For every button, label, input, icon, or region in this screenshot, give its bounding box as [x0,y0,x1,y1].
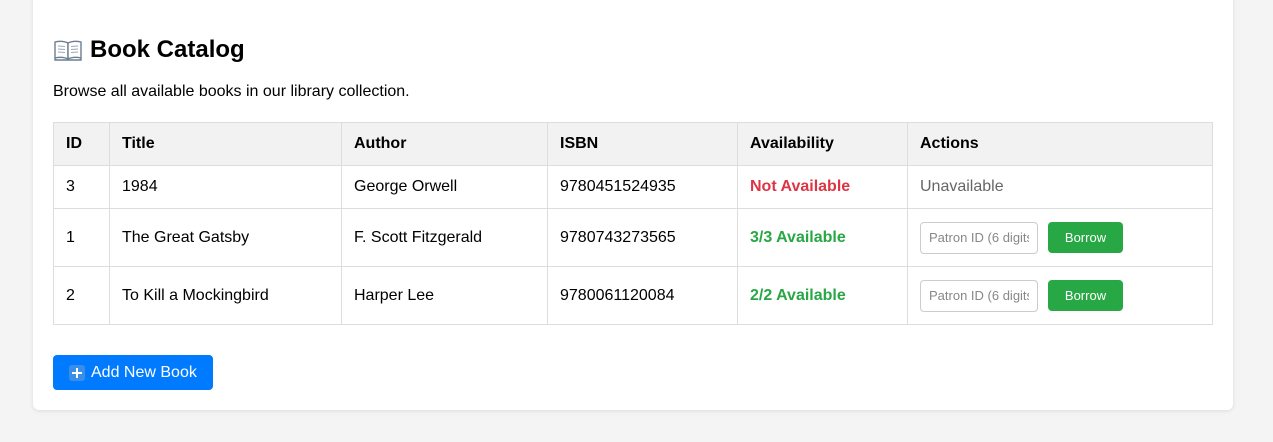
add-new-book-button[interactable]: Add New Book [53,355,213,390]
catalog-card: Book Catalog Browse all available books … [33,0,1233,410]
open-book-icon [53,39,83,61]
column-header-availability: Availability [737,122,908,166]
column-header-isbn: ISBN [547,122,738,166]
cell-id: 1 [53,208,110,267]
action-cell: Borrow [907,266,1213,325]
page-subtitle: Browse all available books in our librar… [53,83,410,100]
action-unavailable-text: Unavailable [907,165,1213,209]
table-row: 2 To Kill a Mockingbird Harper Lee 97800… [53,266,1213,325]
column-header-id: ID [53,122,110,166]
cell-id: 3 [53,165,110,209]
page-title: Book Catalog [53,35,245,65]
patron-id-input[interactable] [920,221,1038,254]
cell-title: To Kill a Mockingbird [109,266,342,325]
borrow-button[interactable]: Borrow [1048,222,1123,253]
page-title-text: Book Catalog [90,36,245,63]
availability-status: Not Available [737,165,908,209]
availability-status: 3/3 Available [737,208,908,267]
table-body: 3 1984 George Orwell 9780451524935 Not A… [53,165,1213,325]
borrow-button[interactable]: Borrow [1048,280,1123,311]
cell-author: Harper Lee [341,266,548,325]
cell-title: 1984 [109,165,342,209]
table-header-row: ID Title Author ISBN Availability Action… [53,122,1213,166]
cell-isbn: 9780451524935 [547,165,738,209]
availability-status: 2/2 Available [737,266,908,325]
book-table: ID Title Author ISBN Availability Action… [53,122,1213,325]
cell-id: 2 [53,266,110,325]
column-header-actions: Actions [907,122,1213,166]
column-header-title: Title [109,122,342,166]
cell-isbn: 9780061120084 [547,266,738,325]
patron-id-input[interactable] [920,279,1038,312]
cell-title: The Great Gatsby [109,208,342,267]
add-new-book-label: Add New Book [91,363,197,381]
borrow-form: Borrow [920,221,1200,254]
action-cell: Borrow [907,208,1213,267]
table-row: 3 1984 George Orwell 9780451524935 Not A… [53,165,1213,209]
column-header-author: Author [341,122,548,166]
borrow-form: Borrow [920,279,1200,312]
cell-isbn: 9780743273565 [547,208,738,267]
cell-author: George Orwell [341,165,548,209]
plus-icon [69,364,85,381]
table-header: ID Title Author ISBN Availability Action… [53,122,1213,166]
table-row: 1 The Great Gatsby F. Scott Fitzgerald 9… [53,208,1213,267]
cell-author: F. Scott Fitzgerald [341,208,548,267]
